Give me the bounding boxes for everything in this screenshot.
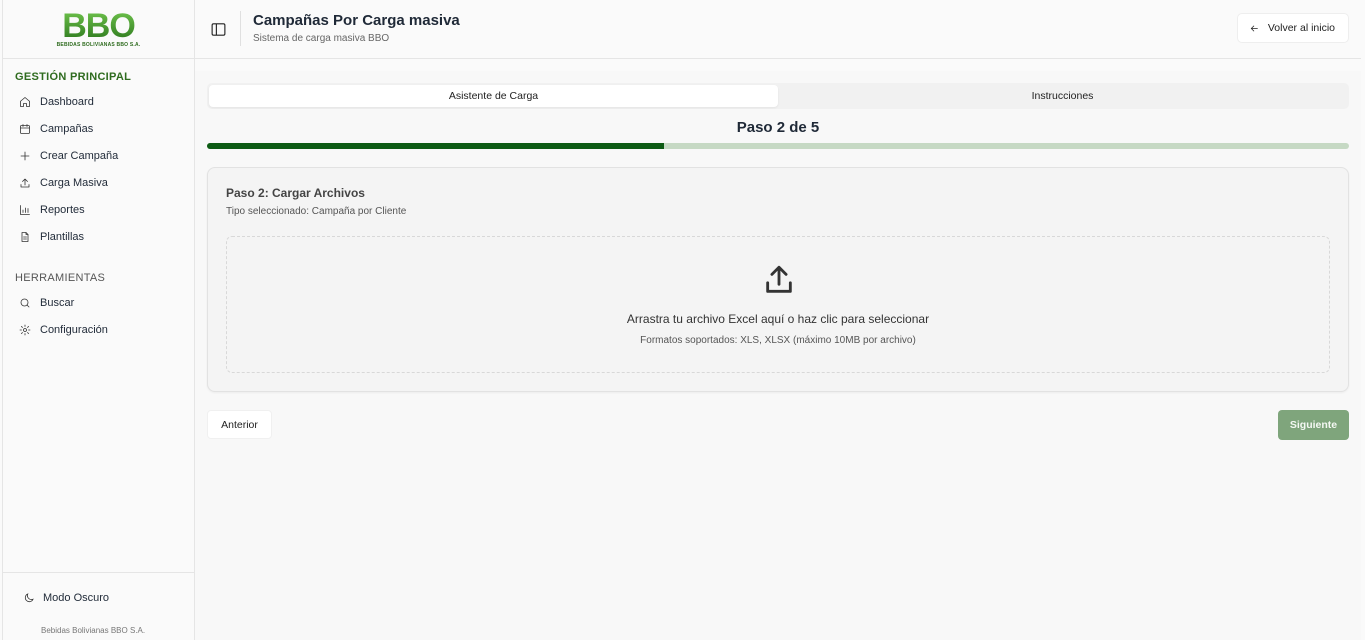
file-text-icon [21,231,29,242]
home-icon [20,96,30,107]
tab-list: Asistente de Carga Instrucciones [207,83,1349,109]
sidebar-item-label: Plantillas [40,230,85,243]
sidebar-item-reports[interactable]: Reportes [3,196,194,223]
company-name: Bebidas Bolivianas BBO S.A. [41,626,146,635]
selected-type-text: Tipo seleccionado: Campaña por Cliente [226,206,407,217]
logo-text: BBO [62,6,136,45]
brand-logo[interactable]: BBO BEBIDAS BOLIVIANAS BBO S.A. [3,0,194,59]
window-edge [1361,0,1365,640]
main-content: Asistente de Carga Instrucciones Paso 2 … [195,71,1361,640]
sidebar-item-label: Crear Campaña [40,149,119,162]
dropzone-text: Arrastra tu archivo Excel aquí o haz cli… [626,312,930,326]
upload-icon [20,178,30,187]
section-title-main: GESTIÓN PRINCIPAL [15,71,132,83]
upload-icon [762,263,796,297]
sidebar-footer: Modo Oscuro Bebidas Bolivianas BBO S.A. [3,572,194,640]
step-indicator: Paso 2 de 5 [736,119,820,136]
page-title: Campañas Por Carga masiva [253,12,460,29]
calendar-icon [20,123,30,134]
gear-icon [19,324,31,335]
sidebar-item-search[interactable]: Buscar [3,289,194,316]
panel-left-icon [211,22,225,36]
bar-chart-icon [20,204,30,215]
upload-card: Paso 2: Cargar Archivos Tipo seleccionad… [207,167,1349,392]
header-divider [240,11,241,46]
dark-mode-toggle[interactable]: Modo Oscuro [23,592,109,604]
sidebar-item-bulk-upload[interactable]: Carga Masiva [3,169,194,196]
main-nav: Dashboard Campañas Crear Campaña Carga M… [3,88,194,250]
page-subtitle: Sistema de carga masiva BBO [253,33,390,44]
search-icon [20,298,30,307]
sidebar-item-dashboard[interactable]: Dashboard [3,88,194,115]
moon-icon [24,593,34,603]
sidebar-item-create-campaign[interactable]: Crear Campaña [3,142,194,169]
back-home-button[interactable]: Volver al inicio [1236,13,1349,43]
next-button[interactable]: Siguiente [1278,410,1349,440]
sidebar-item-campaigns[interactable]: Campañas [3,115,194,142]
sidebar-item-label: Reportes [40,203,85,216]
sidebar-item-label: Configuración [40,323,108,336]
tab-instructions[interactable]: Instrucciones [778,85,1347,107]
sidebar-toggle-button[interactable] [207,18,229,40]
sidebar-item-templates[interactable]: Plantillas [3,223,194,250]
tools-nav: Buscar Configuración [3,289,194,343]
dropzone-hint: Formatos soportados: XLS, XLSX (máximo 1… [640,335,916,346]
sidebar-item-settings[interactable]: Configuración [3,316,194,343]
plus-icon [20,151,30,160]
tab-upload-wizard[interactable]: Asistente de Carga [209,85,778,107]
dark-mode-label: Modo Oscuro [43,592,110,604]
page-header: Campañas Por Carga masiva Sistema de car… [195,0,1365,59]
progress-fill [207,143,664,149]
sidebar-item-label: Dashboard [40,95,94,108]
sidebar-item-label: Campañas [40,122,94,135]
file-dropzone[interactable]: Arrastra tu archivo Excel aquí o haz cli… [226,236,1330,373]
section-title-tools: HERRAMIENTAS [15,272,106,284]
arrow-left-icon [1250,24,1258,32]
card-title: Paso 2: Cargar Archivos [226,186,365,200]
back-home-label: Volver al inicio [1267,22,1335,34]
sidebar: BBO BEBIDAS BOLIVIANAS BBO S.A. GESTIÓN … [2,0,195,640]
sidebar-item-label: Buscar [40,296,75,309]
logo-subtext: BEBIDAS BOLIVIANAS BBO S.A. [56,41,141,48]
sidebar-item-label: Carga Masiva [40,176,108,189]
progress-bar [207,143,1349,149]
previous-button[interactable]: Anterior [207,410,272,439]
